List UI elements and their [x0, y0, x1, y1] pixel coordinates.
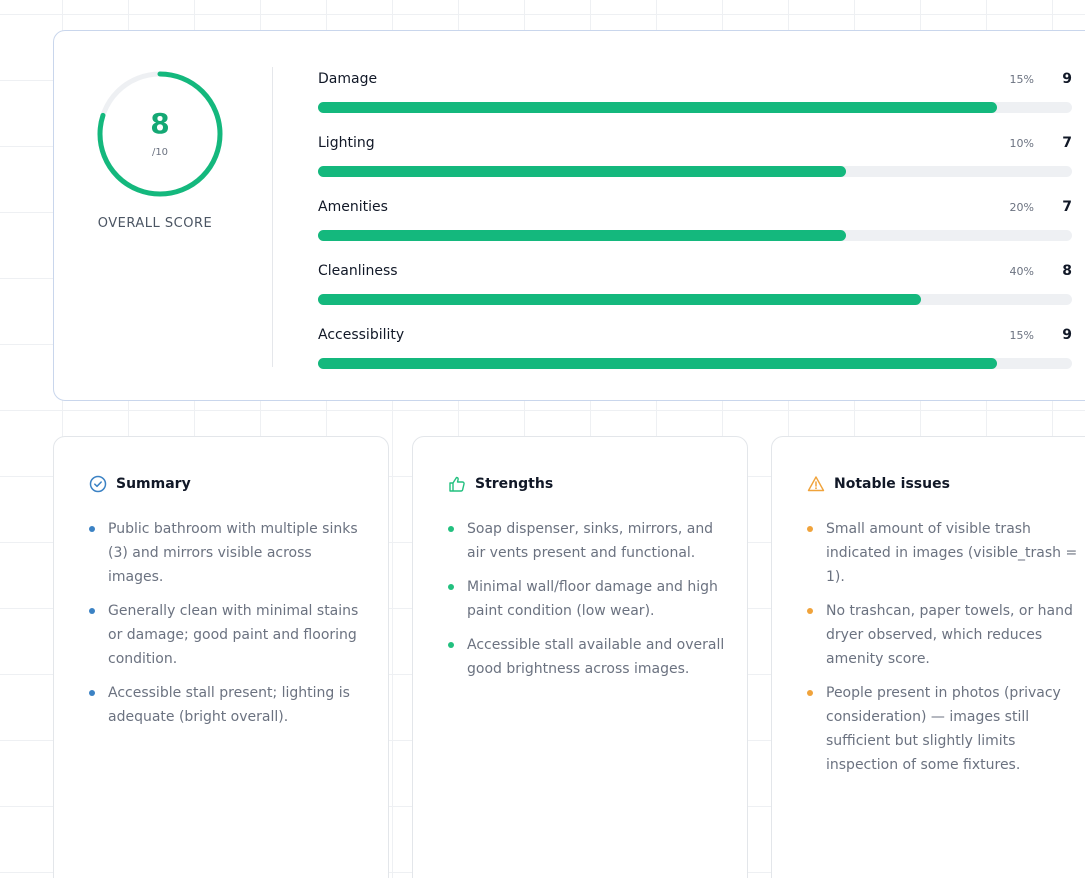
list-item: Public bathroom with multiple sinks (3) … — [89, 517, 369, 589]
summary-header: Summary — [89, 475, 191, 493]
bullet-dot — [89, 690, 95, 696]
list-item: Soap dispenser, sinks, mirrors, and air … — [448, 517, 728, 565]
metric-score: 9 — [1062, 71, 1072, 87]
metric-bar-fill — [318, 230, 846, 241]
issues-header: Notable issues — [807, 475, 950, 493]
list-item-text: People present in photos (privacy consid… — [826, 685, 1061, 773]
summary-list: Public bathroom with multiple sinks (3) … — [89, 517, 369, 739]
bullet-dot — [89, 526, 95, 532]
list-item: Minimal wall/floor damage and high paint… — [448, 575, 728, 623]
list-item-text: Accessible stall present; lighting is ad… — [108, 685, 350, 725]
thumbs-up-icon — [448, 475, 466, 493]
list-item: People present in photos (privacy consid… — [807, 681, 1085, 777]
strengths-title: Strengths — [475, 476, 554, 492]
summary-panel: Summary Public bathroom with multiple si… — [53, 436, 389, 878]
bullet-dot — [807, 526, 813, 532]
bullet-dot — [807, 690, 813, 696]
metric-weight: 20% — [1009, 201, 1034, 214]
bullet-dot — [807, 608, 813, 614]
metric-bar-fill — [318, 102, 997, 113]
metric-bar-track — [318, 230, 1072, 241]
issues-title: Notable issues — [834, 476, 950, 492]
metric-bar-fill — [318, 294, 922, 305]
metric-weight: 10% — [1009, 137, 1034, 150]
list-item-text: Generally clean with minimal stains or d… — [108, 603, 359, 667]
metric-score: 8 — [1062, 263, 1072, 279]
metric-name: Damage — [318, 71, 378, 87]
metric-name: Cleanliness — [318, 263, 398, 279]
metric-list: Damage 15% 9 Lighting 10% 7 Amenities 20… — [318, 71, 1072, 391]
metric-lighting: Lighting 10% 7 — [318, 135, 1072, 199]
metric-bar-track — [318, 294, 1072, 305]
list-item: Small amount of visible trash indicated … — [807, 517, 1085, 589]
vertical-divider — [272, 67, 273, 367]
list-item: No trashcan, paper towels, or hand dryer… — [807, 599, 1085, 671]
list-item-text: Small amount of visible trash indicated … — [826, 521, 1078, 585]
list-item-text: Soap dispenser, sinks, mirrors, and air … — [467, 521, 714, 561]
list-item: Accessible stall present; lighting is ad… — [89, 681, 369, 729]
issues-panel: Notable issues Small amount of visible t… — [771, 436, 1085, 878]
warning-triangle-icon — [807, 475, 825, 493]
metric-weight: 40% — [1009, 265, 1034, 278]
strengths-panel: Strengths Soap dispenser, sinks, mirrors… — [412, 436, 748, 878]
metric-name: Lighting — [318, 135, 375, 151]
bullet-dot — [448, 526, 454, 532]
metric-name: Amenities — [318, 199, 388, 215]
strengths-header: Strengths — [448, 475, 553, 493]
summary-title: Summary — [116, 476, 191, 492]
metric-name: Accessibility — [318, 327, 405, 343]
overall-score-value: 8 — [150, 107, 170, 140]
metric-bar-track — [318, 358, 1072, 369]
bullet-dot — [448, 642, 454, 648]
overall-score-label: OVERALL SCORE — [97, 216, 213, 231]
metric-bar-fill — [318, 166, 846, 177]
metric-weight: 15% — [1009, 329, 1034, 342]
metric-cleanliness: Cleanliness 40% 8 — [318, 263, 1072, 327]
list-item: Accessible stall available and overall g… — [448, 633, 728, 681]
bullet-dot — [448, 584, 454, 590]
metric-weight: 15% — [1009, 73, 1034, 86]
list-item: Generally clean with minimal stains or d… — [89, 599, 369, 671]
bullet-dot — [89, 608, 95, 614]
metric-bar-fill — [318, 358, 997, 369]
metric-score: 7 — [1062, 135, 1072, 151]
metric-amenities: Amenities 20% 7 — [318, 199, 1072, 263]
metric-bar-track — [318, 166, 1072, 177]
overall-score-gauge: 8 /10 OVERALL SCORE — [90, 67, 230, 231]
list-item-text: Minimal wall/floor damage and high paint… — [467, 579, 718, 619]
metric-accessibility: Accessibility 15% 9 — [318, 327, 1072, 391]
score-card: 8 /10 OVERALL SCORE Damage 15% 9 Lightin… — [53, 30, 1085, 401]
overall-score-max: /10 — [151, 147, 169, 158]
list-item-text: Public bathroom with multiple sinks (3) … — [108, 521, 358, 585]
list-item-text: No trashcan, paper towels, or hand dryer… — [826, 603, 1073, 667]
metric-bar-track — [318, 102, 1072, 113]
check-circle-icon — [89, 475, 107, 493]
list-item-text: Accessible stall available and overall g… — [467, 637, 725, 677]
issues-list: Small amount of visible trash indicated … — [807, 517, 1085, 787]
metric-score: 7 — [1062, 199, 1072, 215]
metric-damage: Damage 15% 9 — [318, 71, 1072, 135]
metric-score: 9 — [1062, 327, 1072, 343]
strengths-list: Soap dispenser, sinks, mirrors, and air … — [448, 517, 728, 691]
